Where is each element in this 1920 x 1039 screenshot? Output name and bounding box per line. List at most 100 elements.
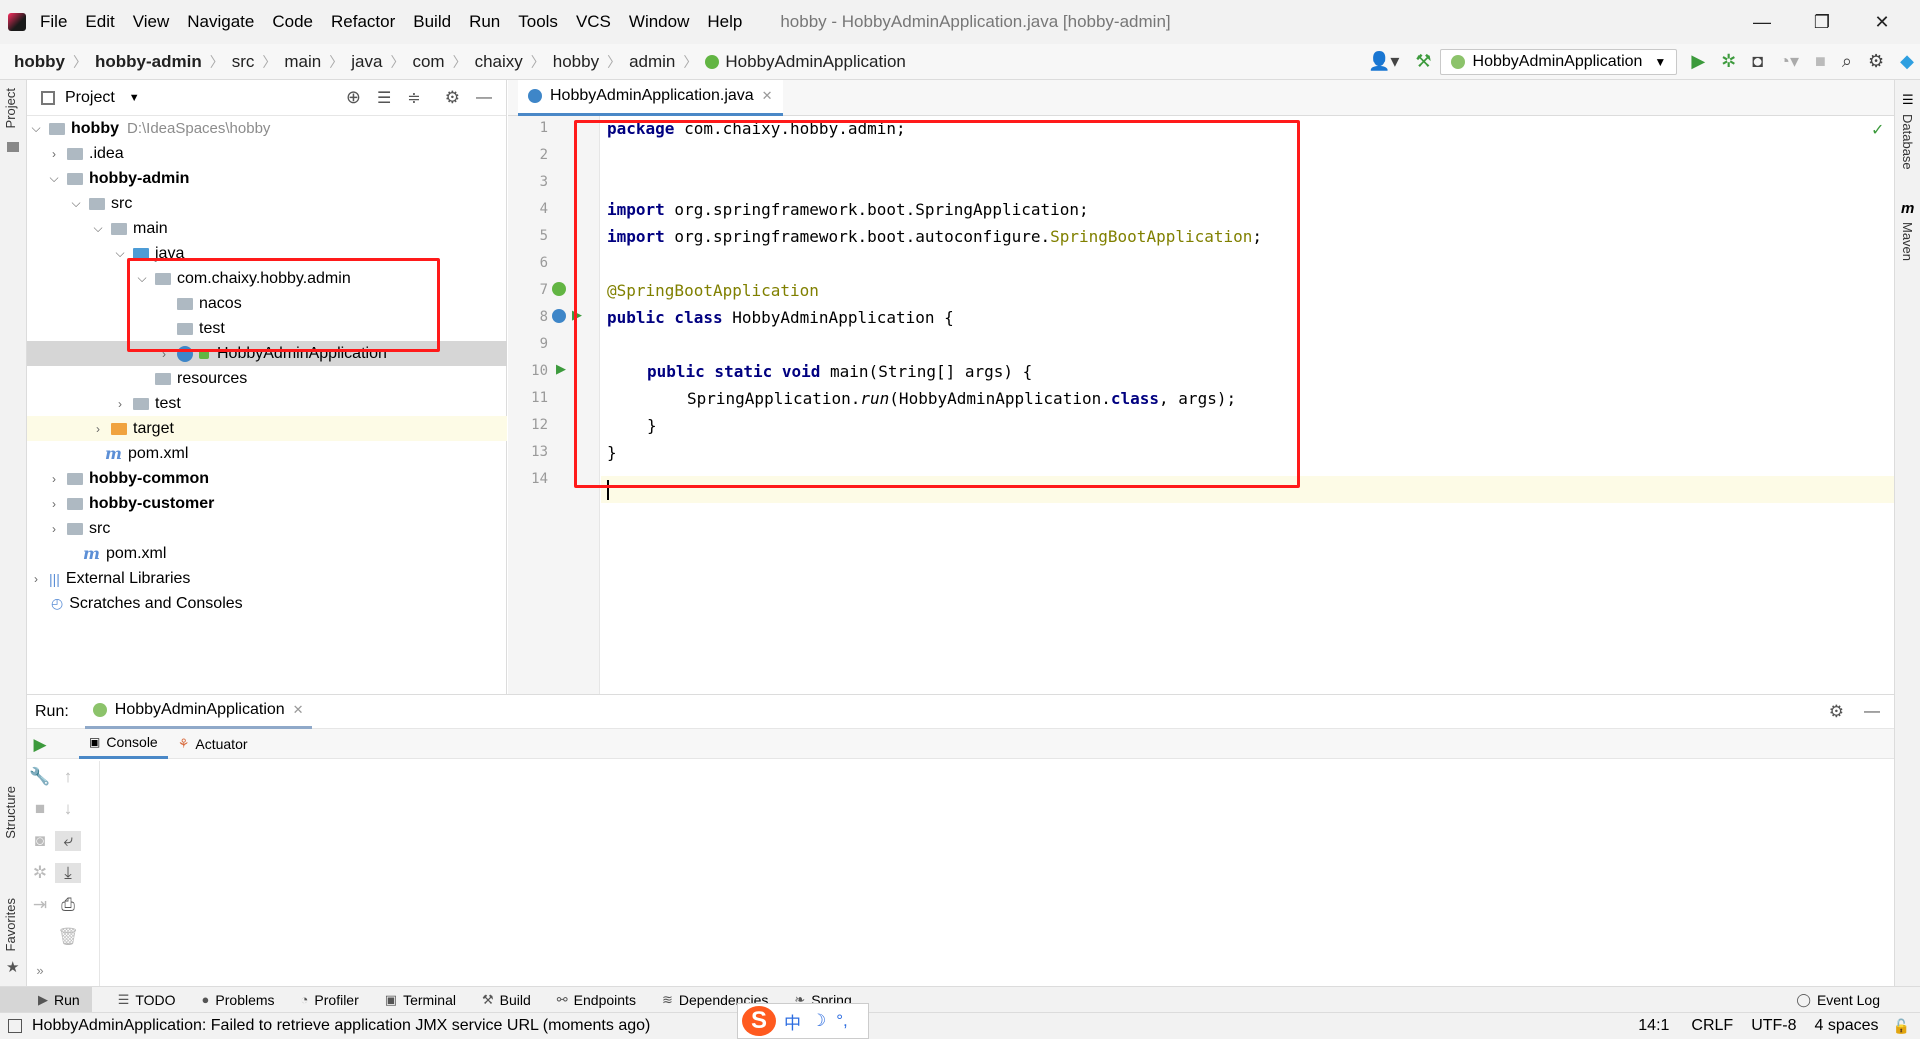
ime-language-toggle[interactable]: 中 <box>784 1009 801 1034</box>
line-separator[interactable]: CRLF <box>1691 1017 1733 1035</box>
tree-item-hobby-common[interactable]: › hobby-common <box>47 466 507 491</box>
chevron-right-icon[interactable]: › <box>47 497 61 511</box>
login-icon[interactable]: ⇥ <box>27 895 53 915</box>
crumb-com[interactable]: com <box>412 52 444 72</box>
soft-wrap-icon[interactable]: ⤶ <box>55 831 81 851</box>
camera-icon[interactable]: ◙ <box>27 831 53 851</box>
crumb-hobbyadminapplication[interactable]: HobbyAdminApplication <box>725 52 906 72</box>
run-gutter-icon[interactable]: ▶ <box>556 361 566 377</box>
expand-all-icon[interactable]: ☰ <box>377 88 391 108</box>
coverage-icon[interactable]: ◘ <box>1752 51 1763 72</box>
crumb-hobby-admin[interactable]: hobby-admin <box>95 52 202 72</box>
trash-icon[interactable]: 🗑 <box>55 927 81 947</box>
sogou-logo-icon[interactable]: S <box>742 1006 776 1036</box>
structure-tool-tab[interactable]: Structure <box>3 786 18 839</box>
ime-punctuation-toggle[interactable]: °, <box>836 1011 848 1031</box>
crumb-hobby-pkg[interactable]: hobby <box>553 52 599 72</box>
moon-icon[interactable]: ☽ <box>811 1011 826 1031</box>
indent-setting[interactable]: 4 spaces <box>1815 1017 1879 1035</box>
crumb-java[interactable]: java <box>351 52 382 72</box>
spring-bean-gutter-icon[interactable] <box>552 282 566 296</box>
chevron-down-icon[interactable]: ⌵ <box>47 171 61 186</box>
crumb-admin[interactable]: admin <box>629 52 675 72</box>
run-icon[interactable]: ▶ <box>1691 51 1705 72</box>
bottom-tab-endpoints[interactable]: ⚯ Endpoints <box>557 992 636 1008</box>
menu-help[interactable]: Help <box>707 12 742 32</box>
status-panel-icon[interactable] <box>8 1019 22 1033</box>
menu-vcs[interactable]: VCS <box>576 12 611 32</box>
wrench-icon[interactable]: 🔧 <box>27 767 53 787</box>
menu-run[interactable]: Run <box>469 12 500 32</box>
menu-tools[interactable]: Tools <box>518 12 558 32</box>
spring-bean-gutter-icon[interactable] <box>552 309 566 323</box>
database-tool-tab[interactable]: Database <box>1900 114 1915 170</box>
build-hammer-icon[interactable]: ⚒ <box>1415 51 1431 72</box>
debug-icon[interactable]: ✲ <box>1721 51 1736 72</box>
close-tab-icon[interactable]: ✕ <box>762 88 773 104</box>
bug-icon[interactable]: ✲ <box>27 863 53 883</box>
chevron-down-icon[interactable]: ⌵ <box>69 196 83 211</box>
bottom-tab-terminal[interactable]: ▣ Terminal <box>385 992 456 1008</box>
tree-item-main[interactable]: ⌵ main <box>91 216 507 241</box>
tree-item-resources[interactable]: resources <box>149 366 507 391</box>
chevron-right-icon[interactable]: › <box>91 422 105 436</box>
search-everywhere-icon[interactable]: ⌕ <box>1842 51 1852 72</box>
crumb-chaixy[interactable]: chaixy <box>475 52 523 72</box>
console-tab[interactable]: ▣ Console <box>79 729 168 759</box>
chevron-right-icon[interactable]: › <box>113 397 127 411</box>
tree-item-pom-root[interactable]: m pom.xml <box>77 541 507 566</box>
tree-item-hobby-customer[interactable]: › hobby-customer <box>47 491 507 516</box>
tree-item-target[interactable]: › target <box>27 416 507 441</box>
event-log-tab[interactable]: ◯ Event Log <box>1796 992 1880 1008</box>
lock-icon[interactable]: 🔓 <box>1893 1018 1910 1035</box>
chevron-right-icon[interactable]: › <box>47 472 61 486</box>
hide-panel-icon[interactable]: — <box>476 89 492 107</box>
tree-item-test[interactable]: › test <box>113 391 507 416</box>
restore-button[interactable]: ❐ <box>1792 12 1852 33</box>
crumb-main[interactable]: main <box>284 52 321 72</box>
menu-view[interactable]: View <box>133 12 170 32</box>
bottom-tab-profiler[interactable]: ◔ Profiler <box>301 992 359 1008</box>
actuator-tab[interactable]: ⚘ Actuator <box>168 729 258 759</box>
file-encoding[interactable]: UTF-8 <box>1751 1017 1796 1035</box>
bottom-tab-build[interactable]: ⚒ Build <box>482 992 531 1008</box>
arrow-down-icon[interactable]: ↓ <box>55 799 81 819</box>
collapse-all-icon[interactable]: ≑ <box>407 88 420 108</box>
run-configuration-select[interactable]: HobbyAdminApplication ▼ <box>1439 48 1678 75</box>
chevron-right-icon[interactable]: › <box>29 572 43 586</box>
tree-item-idea[interactable]: › .idea <box>47 141 507 166</box>
plugin-icon[interactable]: ◆ <box>1900 51 1914 72</box>
user-account-icon[interactable]: 👤▾ <box>1368 51 1399 72</box>
bottom-tab-todo[interactable]: ☰ TODO <box>118 992 176 1008</box>
maven-tool-tab[interactable]: Maven <box>1900 222 1915 261</box>
stop-icon[interactable]: ■ <box>27 799 53 819</box>
caret-position[interactable]: 14:1 <box>1638 1017 1669 1035</box>
tree-item-external-libraries[interactable]: › ||| External Libraries <box>29 566 507 591</box>
crumb-hobby[interactable]: hobby <box>14 52 65 72</box>
menu-file[interactable]: File <box>40 12 67 32</box>
hide-run-panel-icon[interactable]: — <box>1864 703 1880 721</box>
close-window-button[interactable]: ✕ <box>1852 12 1912 33</box>
bottom-tab-problems[interactable]: ● Problems <box>202 992 275 1008</box>
run-tab-hobbyadminapplication[interactable]: HobbyAdminApplication ✕ <box>84 695 312 729</box>
menu-build[interactable]: Build <box>413 12 451 32</box>
menu-window[interactable]: Window <box>629 12 689 32</box>
no-problems-check-icon[interactable]: ✓ <box>1871 120 1884 140</box>
console-output[interactable] <box>99 761 1894 987</box>
tree-item-hobby[interactable]: ⌵ hobby D:\IdeaSpaces\hobby <box>29 116 507 141</box>
minimize-button[interactable]: — <box>1732 12 1792 33</box>
crumb-src[interactable]: src <box>232 52 255 72</box>
tree-item-src-root[interactable]: › src <box>47 516 507 541</box>
chevron-right-icon[interactable]: › <box>47 522 61 536</box>
menu-refactor[interactable]: Refactor <box>331 12 395 32</box>
chevron-down-icon[interactable]: ▼ <box>129 92 140 104</box>
profile-icon[interactable]: ◔▾ <box>1779 51 1799 72</box>
menu-code[interactable]: Code <box>272 12 313 32</box>
tree-item-scratches[interactable]: ◴ Scratches and Consoles <box>45 591 507 616</box>
tree-item-src[interactable]: ⌵ src <box>69 191 507 216</box>
chevron-down-icon[interactable]: ⌵ <box>91 221 105 236</box>
chevron-down-icon[interactable]: ⌵ <box>29 121 43 136</box>
more-icon[interactable]: » <box>27 963 53 978</box>
project-tool-tab[interactable]: Project <box>3 88 18 128</box>
stop-icon[interactable]: ■ <box>1815 51 1826 72</box>
